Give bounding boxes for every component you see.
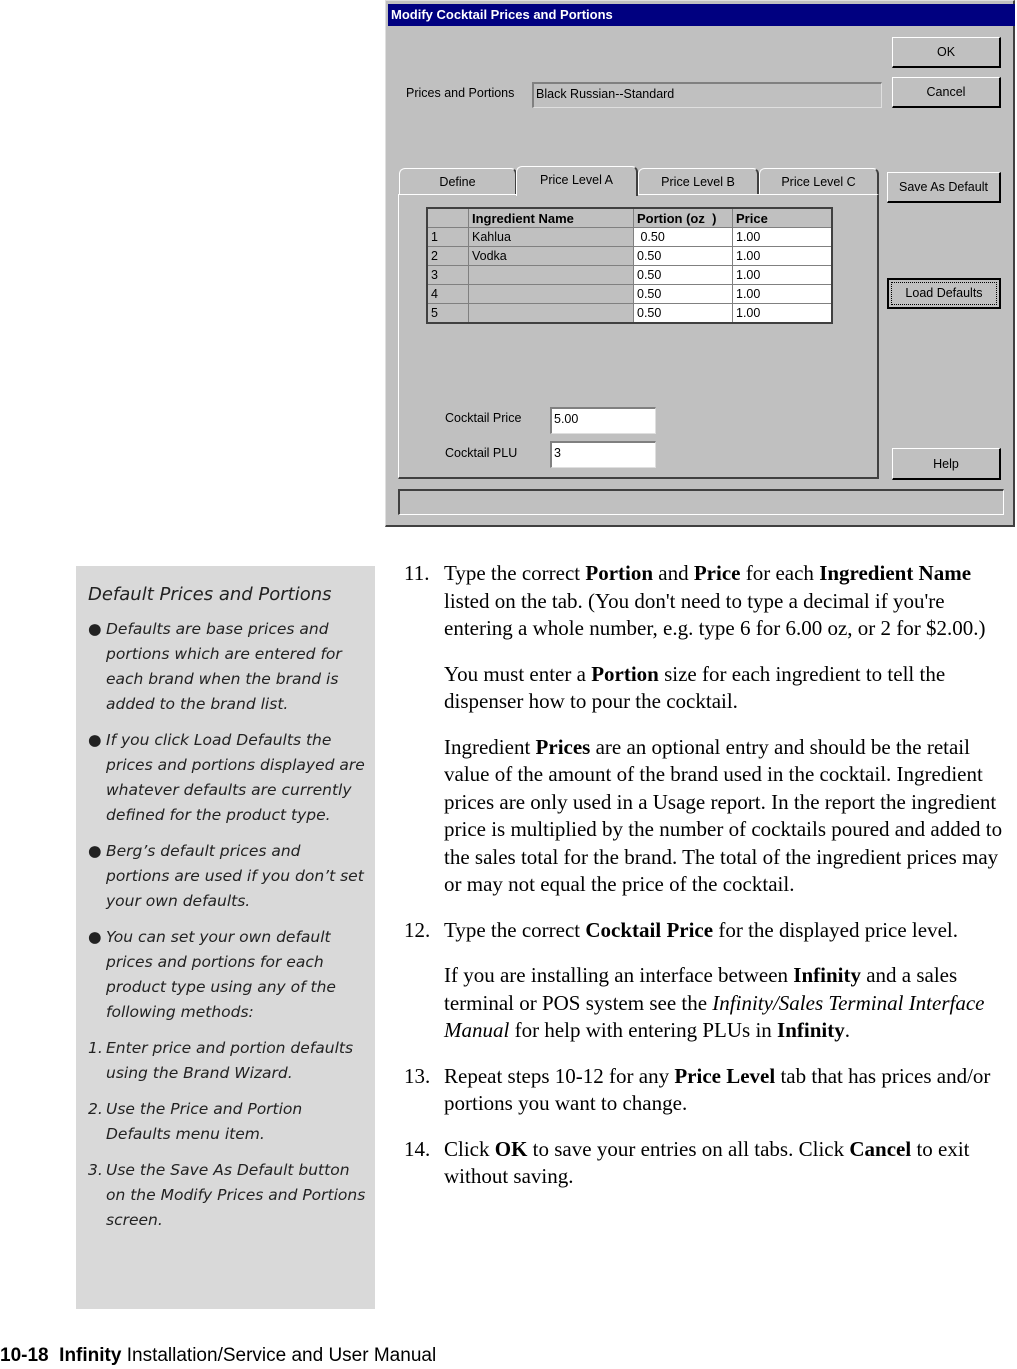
page-footer: 10-18 Infinity Installation/Service and … [0, 1345, 436, 1367]
cocktail-price-label: Cocktail Price [445, 411, 522, 425]
grid-row: 4 0.50 1.00 [426, 284, 833, 304]
ingredient-name-cell [468, 284, 634, 304]
note-title: Default Prices and Portions [88, 584, 332, 605]
note-method: 1. Enter price and portion defaults using… [88, 1039, 354, 1082]
bullet-icon: ● [88, 842, 102, 860]
note-bullet: ● Berg’s default prices and portions are … [88, 839, 367, 914]
load-defaults-button[interactable]: Load Defaults [887, 278, 1001, 309]
portion-cell[interactable]: 0.50 [633, 227, 733, 247]
bullet-icon: ● [88, 928, 102, 946]
cocktail-plu-input[interactable]: 3 [550, 441, 656, 468]
status-bar [398, 489, 1004, 515]
price-cell[interactable]: 1.00 [732, 227, 833, 247]
ingredient-name-cell: Kahlua [468, 227, 634, 247]
dialog-title: Modify Cocktail Prices and Portions [391, 7, 613, 22]
step-11-prices-note: Ingredient Prices are an optional entry … [444, 734, 1003, 897]
help-button[interactable]: Help [892, 448, 1001, 480]
step-11-portion-note: You must enter a Portion size for each i… [444, 661, 946, 714]
grid-header-price: Price [732, 207, 833, 228]
step-14: 14. Click OK to save your entries on all… [404, 1136, 970, 1189]
cocktail-plu-label: Cocktail PLU [445, 446, 518, 460]
step-11: 11. Type the correct Portion and Price f… [404, 561, 986, 640]
row-number: 4 [426, 284, 469, 304]
grid-row: 1 Kahlua 0.50 1.00 [426, 227, 833, 247]
grid-header-portion: Portion (oz ) [633, 207, 733, 228]
step-12: 12. Type the correct Cocktail Price for … [404, 917, 958, 942]
grid-header-row: Ingredient Name Portion (oz ) Price [426, 207, 833, 228]
footer-title: Installation/Service and User Manual [126, 1345, 437, 1366]
ok-button[interactable]: OK [892, 37, 1001, 68]
ingredient-name-cell [468, 265, 634, 285]
note-method: 2. Use the Price and Portion Defaults men… [88, 1100, 303, 1143]
price-cell[interactable]: 1.00 [732, 303, 833, 324]
row-number: 5 [426, 303, 469, 324]
grid-row: 3 0.50 1.00 [426, 265, 833, 285]
portion-cell[interactable]: 0.50 [633, 246, 733, 266]
note-bullet: ● If you click Load Defaults the prices a… [88, 728, 367, 828]
note-method: 3. Use the Save As Default button on the … [88, 1161, 366, 1229]
note-bullet: ● You can set your own default prices and… [88, 925, 367, 1025]
portion-cell[interactable]: 0.50 [633, 303, 733, 324]
note-bullet: ● Defaults are base prices and portions w… [88, 617, 367, 717]
save-as-default-button[interactable]: Save As Default [887, 172, 1001, 203]
default-prices-note: Default Prices and Portions ● Defaults ar… [76, 566, 375, 1309]
row-number: 3 [426, 265, 469, 285]
portion-cell[interactable]: 0.50 [633, 265, 733, 285]
cancel-button[interactable]: Cancel [892, 77, 1001, 108]
grid-row: 5 0.50 1.00 [426, 303, 833, 324]
ingredient-name-cell: Vodka [468, 246, 634, 266]
ingredient-name-cell [468, 303, 634, 324]
price-cell[interactable]: 1.00 [732, 246, 833, 266]
grid-header-num [426, 207, 469, 228]
tab-define[interactable]: Define [399, 168, 517, 194]
tab-price-level-b[interactable]: Price Level B [638, 168, 759, 194]
step-12-interface-note: If you are installing an interface betwe… [444, 963, 985, 1042]
tab-price-level-a[interactable]: Price Level A [516, 166, 638, 196]
bullet-icon: ● [88, 620, 102, 638]
ingredients-grid: Ingredient Name Portion (oz ) Price 1 Ka… [426, 207, 833, 324]
row-number: 1 [426, 227, 469, 247]
grid-header-ingredient: Ingredient Name [468, 207, 634, 228]
bullet-icon: ● [88, 731, 102, 749]
prices-portions-field[interactable]: Black Russian--Standard [532, 82, 882, 108]
instructions: 11. Type the correct Portion and Price f… [404, 560, 1009, 1209]
dialog-title-bar: Modify Cocktail Prices and Portions [388, 4, 1015, 26]
footer-product: Infinity [59, 1345, 122, 1366]
portion-cell[interactable]: 0.50 [633, 284, 733, 304]
row-number: 2 [426, 246, 469, 266]
prices-portions-label: Prices and Portions [406, 86, 515, 100]
page-number: 10-18 [0, 1345, 49, 1366]
tab-price-level-c[interactable]: Price Level C [759, 168, 879, 194]
price-cell[interactable]: 1.00 [732, 284, 833, 304]
step-13: 13. Repeat steps 10-12 for any Price Lev… [404, 1063, 991, 1116]
price-cell[interactable]: 1.00 [732, 265, 833, 285]
cocktail-price-input[interactable]: 5.00 [550, 407, 656, 434]
grid-row: 2 Vodka 0.50 1.00 [426, 246, 833, 266]
